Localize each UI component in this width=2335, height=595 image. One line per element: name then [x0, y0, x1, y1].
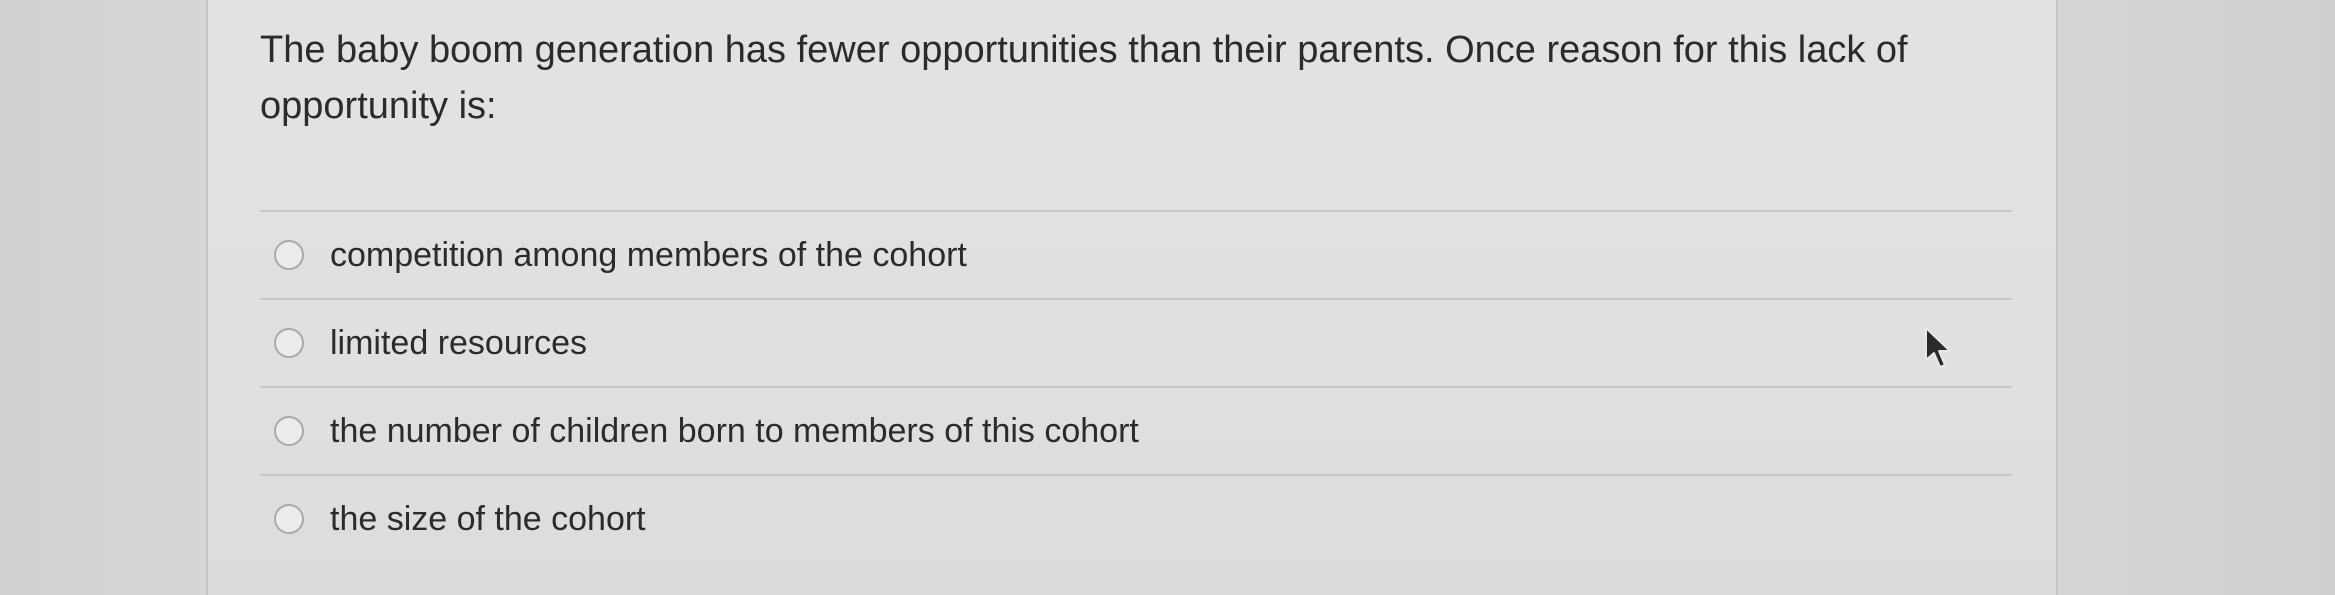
- answer-label: limited resources: [330, 323, 587, 362]
- radio-unchecked-icon[interactable]: [274, 504, 304, 534]
- radio-unchecked-icon[interactable]: [274, 240, 304, 270]
- question-card: The baby boom generation has fewer oppor…: [206, 0, 2058, 595]
- answer-label: competition among members of the cohort: [330, 235, 967, 274]
- question-text: The baby boom generation has fewer oppor…: [260, 29, 1908, 127]
- mouse-pointer-icon: [1925, 327, 1951, 368]
- answer-option-1[interactable]: competition among members of the cohort: [260, 212, 2012, 300]
- answer-list: competition among members of the cohort …: [260, 210, 2012, 562]
- radio-unchecked-icon[interactable]: [274, 328, 304, 358]
- answer-label: the size of the cohort: [330, 499, 646, 538]
- answer-option-3[interactable]: the number of children born to members o…: [260, 388, 2012, 476]
- page-background: The baby boom generation has fewer oppor…: [0, 0, 2335, 595]
- answer-label: the number of children born to members o…: [330, 411, 1139, 450]
- radio-unchecked-icon[interactable]: [274, 416, 304, 446]
- answer-option-2[interactable]: limited resources: [260, 300, 2012, 388]
- answer-option-4[interactable]: the size of the cohort: [260, 476, 2012, 562]
